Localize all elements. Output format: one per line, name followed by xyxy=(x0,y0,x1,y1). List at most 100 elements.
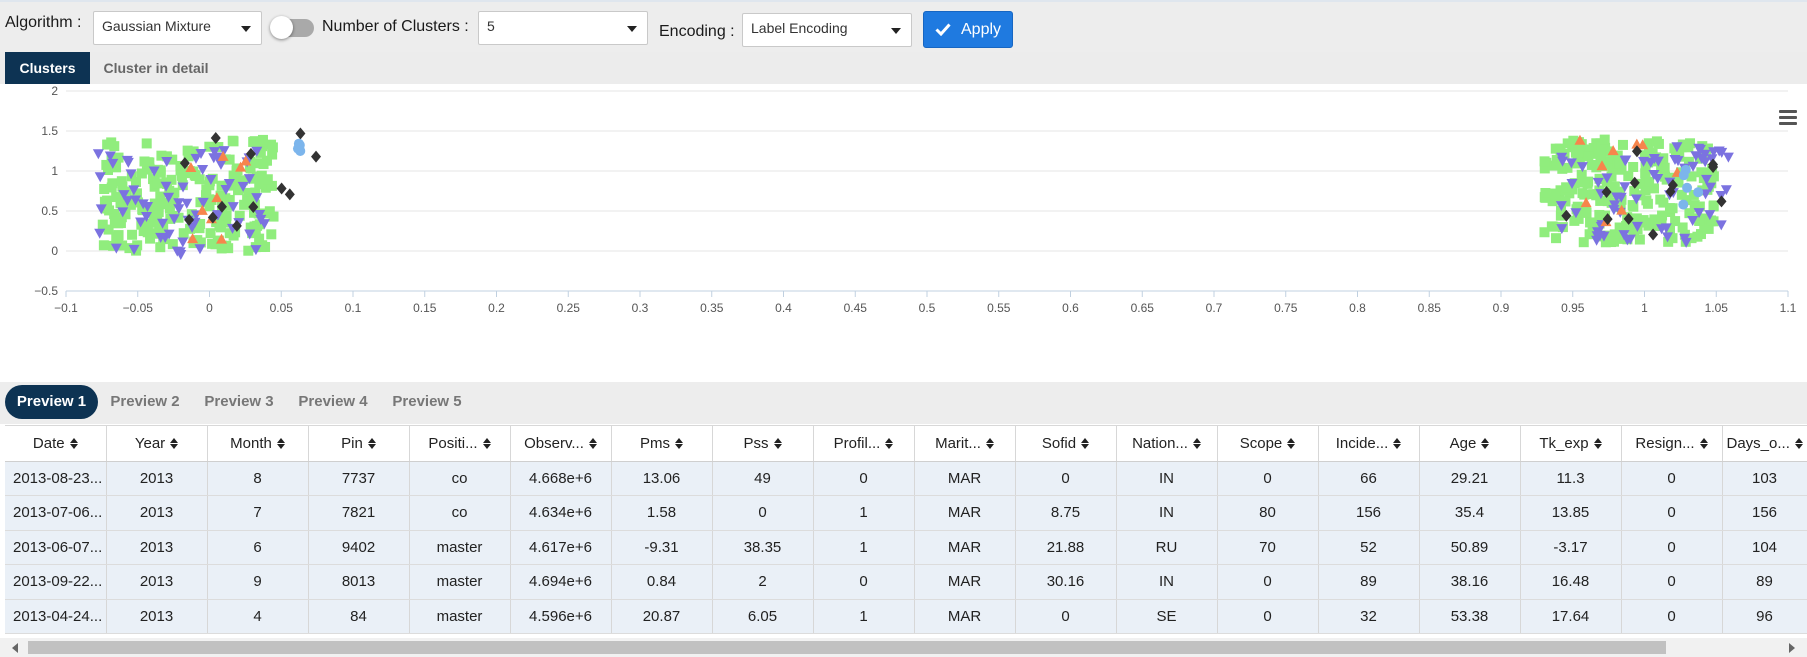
x-tick-label: 0.85 xyxy=(1418,301,1442,315)
column-header[interactable]: Nation... xyxy=(1116,426,1218,462)
sort-icon[interactable] xyxy=(1287,438,1296,450)
column-header[interactable]: Resign... xyxy=(1621,426,1723,462)
sort-icon[interactable] xyxy=(675,438,683,450)
column-header[interactable]: Observ... xyxy=(510,426,612,462)
data-point-triangle-down xyxy=(1722,152,1734,163)
column-header[interactable]: Pss xyxy=(712,426,814,462)
scroll-right-icon[interactable] xyxy=(1789,643,1795,653)
data-point-circle xyxy=(1678,170,1689,181)
data-point-square xyxy=(1667,203,1678,214)
sort-icon[interactable] xyxy=(1081,438,1090,450)
table-row[interactable]: 2013-07-06... 2013 7 7821 co 4.634e+6 1.58 0 1 MA… xyxy=(5,495,1807,531)
sort-icon[interactable] xyxy=(1699,438,1708,450)
table-cell: -3.17 xyxy=(1520,530,1622,565)
column-header[interactable]: Sofid xyxy=(1015,426,1117,462)
data-point-circle xyxy=(1693,187,1704,198)
tab-preview-3[interactable]: Preview 3 xyxy=(194,385,284,419)
sort-icon[interactable] xyxy=(1393,438,1402,450)
data-point-square xyxy=(257,134,268,145)
data-point-square xyxy=(176,170,187,181)
toggle-switch[interactable] xyxy=(270,16,314,39)
sort-icon[interactable] xyxy=(1794,438,1803,450)
sort-icon[interactable] xyxy=(885,438,894,450)
sort-icon[interactable] xyxy=(482,438,491,450)
column-header[interactable]: Pin xyxy=(308,426,410,462)
sort-icon[interactable] xyxy=(69,438,78,450)
algorithm-select[interactable]: Gaussian Mixture xyxy=(93,11,262,45)
tab-preview-5[interactable]: Preview 5 xyxy=(382,385,472,419)
table-cell: 8.75 xyxy=(1015,495,1117,531)
column-header[interactable]: Year xyxy=(106,426,208,462)
table-cell: IN xyxy=(1116,564,1218,600)
scrollbar-thumb[interactable] xyxy=(28,641,1666,654)
encoding-value: Label Encoding xyxy=(751,20,848,36)
x-tick-label: 0.45 xyxy=(844,301,868,315)
tab-clusters[interactable]: Clusters xyxy=(5,52,90,84)
column-header[interactable]: Incide... xyxy=(1318,426,1420,462)
table-cell: 1 xyxy=(813,495,915,531)
column-header[interactable]: Marit... xyxy=(914,426,1016,462)
table-cell: 89 xyxy=(1722,564,1807,600)
encoding-select[interactable]: Label Encoding xyxy=(742,13,912,47)
column-header[interactable]: Positi... xyxy=(409,426,511,462)
tab-preview-4[interactable]: Preview 4 xyxy=(288,385,378,419)
data-point-square xyxy=(1579,207,1590,218)
column-header[interactable]: Tk_exp xyxy=(1520,426,1622,462)
table-cell: 35.4 xyxy=(1419,495,1521,531)
x-tick-label: 0.4 xyxy=(775,301,792,315)
sort-icon[interactable] xyxy=(1481,438,1490,450)
data-point-triangle-down xyxy=(92,149,104,160)
sort-icon[interactable] xyxy=(1593,438,1602,450)
scatter-chart: −0.5 0 0.5 1 1.5 2 −0.1 −0.05 0 0.05 0.1 0.15 0.2 0.2… xyxy=(34,84,1796,315)
table-cell: 4.668e+6 xyxy=(510,461,612,496)
column-header[interactable]: Pms xyxy=(611,426,713,462)
sort-icon[interactable] xyxy=(588,438,597,450)
column-header[interactable]: Profil... xyxy=(813,426,915,462)
sort-icon[interactable] xyxy=(276,438,285,450)
x-tick-label: 0.1 xyxy=(345,301,362,315)
data-point-circle xyxy=(292,143,303,154)
scroll-left-icon[interactable] xyxy=(12,643,18,653)
table-cell: 2013 xyxy=(106,599,208,634)
tab-preview-1[interactable]: Preview 1 xyxy=(5,385,98,419)
table-cell: 21.88 xyxy=(1015,530,1117,565)
data-point-square xyxy=(1550,188,1561,199)
column-header[interactable]: Scope xyxy=(1217,426,1319,462)
column-header[interactable]: Days_o... xyxy=(1722,426,1807,462)
hamburger-menu-icon[interactable] xyxy=(1779,110,1797,126)
table-cell: 0 xyxy=(1217,599,1319,634)
horizontal-scrollbar[interactable] xyxy=(0,638,1807,657)
data-point-square xyxy=(1569,215,1580,226)
column-header[interactable]: Date xyxy=(5,426,107,462)
table-row[interactable]: 2013-06-07... 2013 6 9402 master 4.617e+6 -9.3… xyxy=(5,530,1807,565)
x-tick-label: 0.8 xyxy=(1349,301,1366,315)
sort-icon[interactable] xyxy=(170,438,179,450)
sort-icon[interactable] xyxy=(773,438,782,450)
apply-button[interactable]: Apply xyxy=(923,11,1013,48)
clusters-select[interactable]: 5 xyxy=(478,11,648,45)
tab-preview-2[interactable]: Preview 2 xyxy=(100,385,190,419)
column-header[interactable]: Age xyxy=(1419,426,1521,462)
tab-cluster-in-detail[interactable]: Cluster in detail xyxy=(92,52,220,84)
data-point-square xyxy=(1562,138,1573,149)
table-row[interactable]: 2013-08-23... 2013 8 7737 co 4.668e+6 13.06 49 0… xyxy=(5,461,1807,496)
table-cell: 89 xyxy=(1318,564,1420,600)
table-cell: 17.64 xyxy=(1520,599,1622,634)
table-cell: 0 xyxy=(813,564,915,600)
column-header[interactable]: Month xyxy=(207,426,309,462)
sort-icon[interactable] xyxy=(367,438,376,450)
table-cell: 84 xyxy=(308,599,410,634)
clusters-value: 5 xyxy=(487,18,495,34)
data-point-square xyxy=(266,229,277,240)
data-point-square xyxy=(1551,233,1562,244)
data-point-square xyxy=(1644,176,1655,187)
table-cell: 156 xyxy=(1722,495,1807,531)
encoding-label: Encoding : xyxy=(659,23,735,40)
table-cell: 49 xyxy=(712,461,814,496)
sort-icon[interactable] xyxy=(985,438,994,450)
table-row[interactable]: 2013-09-22... 2013 9 8013 master 4.694e+6 0.84… xyxy=(5,564,1807,600)
table-row[interactable]: 2013-04-24... 2013 4 84 master 4.596e+6 20.87 6… xyxy=(5,599,1807,634)
column-header-label: Positi... xyxy=(428,434,478,452)
y-tick-label: 0 xyxy=(51,244,58,258)
sort-icon[interactable] xyxy=(1192,438,1201,450)
